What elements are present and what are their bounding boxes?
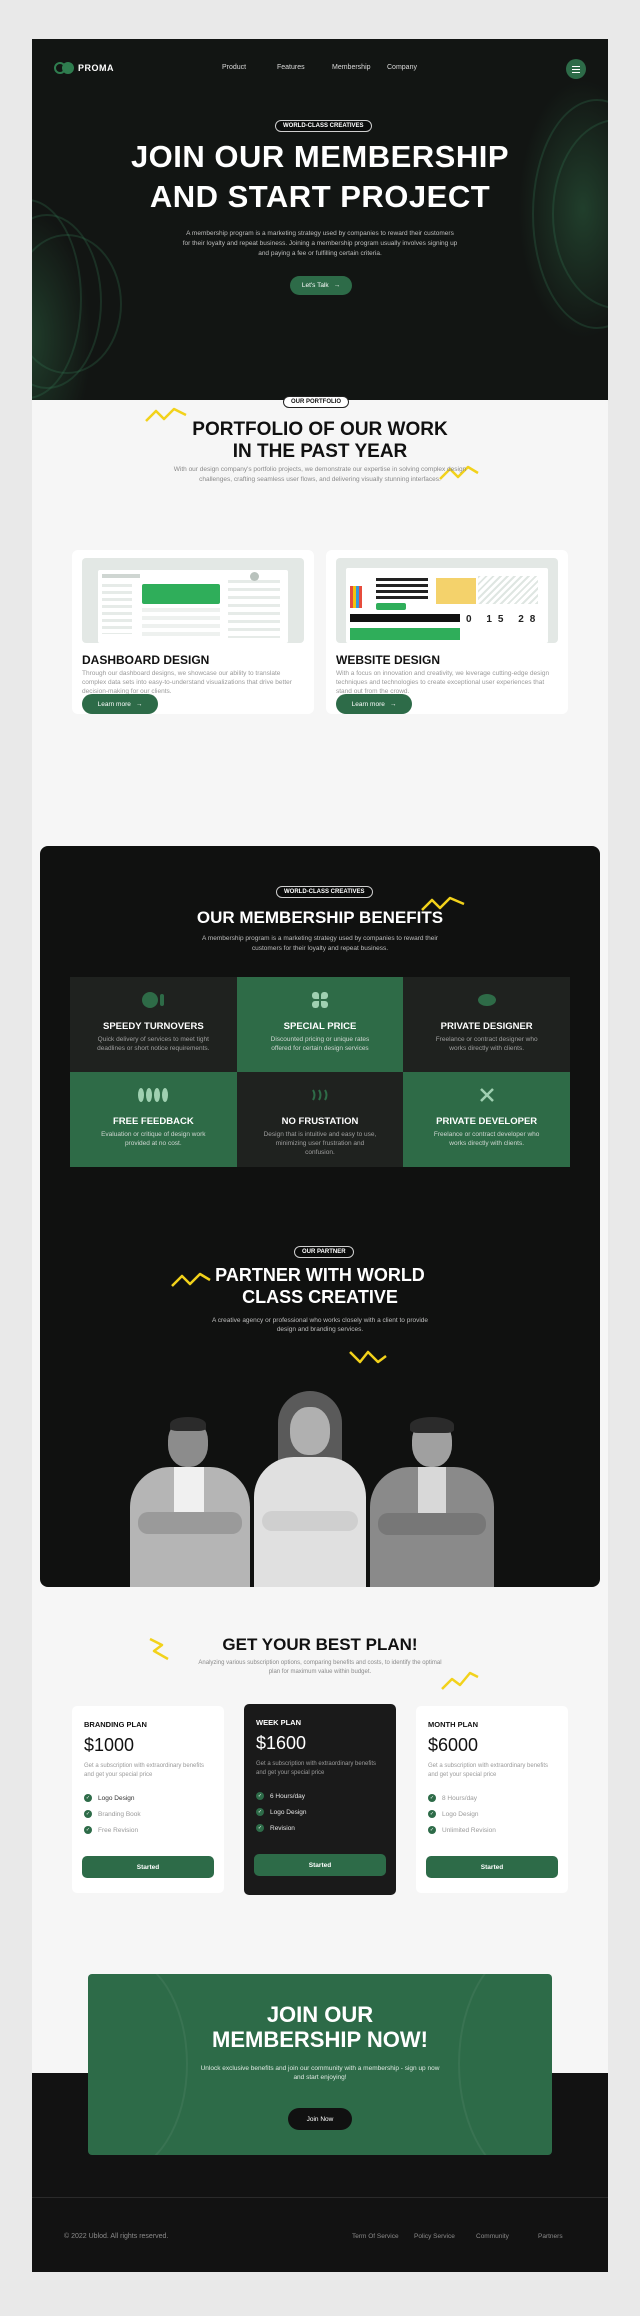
- partner-title: PARTNER WITH WORLD CLASS CREATIVE: [215, 1265, 425, 1307]
- plan-price: $1000: [84, 1735, 135, 1755]
- nav-link-product[interactable]: Product: [222, 64, 277, 71]
- plan-price: $1600: [256, 1733, 307, 1753]
- check-icon: ✓: [84, 1810, 92, 1818]
- plan-card-week: WEEK PLAN $1600 Get a subscription with …: [244, 1704, 396, 1895]
- plan-feature: ✓ 6 Hours/day: [256, 1792, 306, 1800]
- plan-feature: ✓ Revision: [256, 1824, 295, 1832]
- benefit-card: FREE FEEDBACK Evaluation or critique of …: [70, 1072, 237, 1167]
- cta-subtitle: Unlock exclusive benefits and join our c…: [200, 2065, 440, 2081]
- portfolio-subtitle: With our design company's portfolio proj…: [173, 466, 467, 483]
- logo-icon: [54, 62, 74, 74]
- started-button[interactable]: Started: [426, 1856, 558, 1878]
- benefit-card: SPEEDY TURNOVERS Quick delivery of servi…: [70, 977, 237, 1072]
- check-icon: ✓: [428, 1810, 436, 1818]
- footer-link-community[interactable]: Community: [476, 2233, 538, 2240]
- price-tag-icon: [311, 991, 328, 1009]
- feedback-icon: [138, 1086, 169, 1104]
- cta-banner: JOIN OUR MEMBERSHIP NOW! Unlock exclusive…: [88, 1974, 552, 2155]
- plan-feature: ✓ Logo Design: [256, 1808, 307, 1816]
- cta-title: JOIN OUR MEMBERSHIP NOW!: [212, 2002, 428, 2052]
- copyright-text: © 2022 Ublod. All rights reserved.: [64, 2233, 169, 2240]
- started-button[interactable]: Started: [254, 1854, 386, 1876]
- partner-person: [130, 1417, 250, 1587]
- benefit-card: NO FRUSTATION Design that is intuitive a…: [236, 1072, 404, 1167]
- check-icon: ✓: [84, 1794, 92, 1802]
- plan-feature: ✓ Logo Design: [84, 1794, 135, 1802]
- plans-subtitle: Analyzing various subscription options, …: [198, 1660, 442, 1675]
- partner-subtitle: A creative agency or professional who wo…: [211, 1317, 429, 1333]
- lets-talk-button[interactable]: Let's Talk →: [290, 276, 352, 295]
- portfolio-badge: OUR PORTFOLIO: [283, 396, 349, 408]
- started-button[interactable]: Started: [82, 1856, 214, 1878]
- footer-divider: [32, 2197, 608, 2198]
- dashboard-preview-image: [82, 558, 304, 643]
- nav-link-company[interactable]: Company: [387, 64, 442, 71]
- speed-icon: [142, 991, 165, 1009]
- partner-badge: OUR PARTNER: [294, 1246, 354, 1258]
- partner-person: [250, 1391, 370, 1587]
- hero-subtitle: A membership program is a marketing stra…: [182, 230, 458, 257]
- designer-icon: [477, 991, 496, 1009]
- plan-feature: ✓ Branding Book: [84, 1810, 141, 1818]
- check-icon: ✓: [428, 1826, 436, 1834]
- hamburger-icon: [572, 65, 580, 67]
- decorative-arc: [32, 234, 122, 374]
- nav-link-features[interactable]: Features: [277, 64, 332, 71]
- plan-feature: ✓ Free Revision: [84, 1826, 139, 1834]
- arrow-right-icon: →: [333, 282, 341, 289]
- brand-name: PROMA: [78, 63, 114, 73]
- card-title: WEBSITE DESIGN: [336, 653, 441, 667]
- page-frame: PROMA Product Features Membership Compan…: [32, 39, 608, 2272]
- portfolio-card-dashboard: DASHBOARD DESIGN Through our dashboard d…: [72, 550, 314, 714]
- waves-icon: [311, 1086, 329, 1104]
- brand-logo[interactable]: PROMA: [54, 62, 114, 74]
- hero-badge: WORLD-CLASS CREATIVES: [275, 120, 372, 132]
- benefit-card: PRIVATE DEVELOPER Freelance or contract …: [403, 1072, 570, 1167]
- plan-card-month: MONTH PLAN $6000 Get a subscription with…: [416, 1706, 568, 1893]
- benefits-badge: WORLD-CLASS CREATIVES: [276, 886, 373, 898]
- menu-button[interactable]: [566, 59, 586, 79]
- card-description: Through our dashboard designs, we showca…: [82, 670, 292, 695]
- check-icon: ✓: [256, 1824, 264, 1832]
- website-preview-image: 0 15 28: [336, 558, 558, 643]
- nav-link-membership[interactable]: Membership: [332, 64, 387, 71]
- footer-link-policy[interactable]: Policy Service: [414, 2233, 476, 2240]
- portfolio-card-website: 0 15 28 WEBSITE DESIGN With a focus on i…: [326, 550, 568, 714]
- plan-feature: ✓ Logo Design: [428, 1810, 479, 1818]
- join-now-button[interactable]: Join Now: [288, 2108, 352, 2130]
- card-title: DASHBOARD DESIGN: [82, 653, 210, 667]
- benefit-card: SPECIAL PRICE Discounted pricing or uniq…: [236, 977, 404, 1072]
- benefits-subtitle: A membership program is a marketing stra…: [202, 935, 438, 952]
- hero-title: JOIN OUR MEMBERSHIP AND START PROJECT: [130, 139, 510, 214]
- benefits-title: OUR MEMBERSHIP BENEFITS: [196, 908, 444, 927]
- benefits-section: WORLD-CLASS CREATIVES OUR MEMBERSHIP BEN…: [40, 846, 600, 1587]
- footer-links: Term Of Service Policy Service Community…: [352, 2233, 600, 2240]
- check-icon: ✓: [428, 1794, 436, 1802]
- arrow-right-icon: →: [135, 700, 143, 708]
- plan-price: $6000: [428, 1735, 479, 1755]
- benefit-card: PRIVATE DESIGNER Freelance or contract d…: [403, 977, 570, 1072]
- nav-links: Product Features Membership Company: [222, 64, 442, 71]
- check-icon: ✓: [256, 1808, 264, 1816]
- plans-title: GET YOUR BEST PLAN!: [222, 1635, 418, 1654]
- check-icon: ✓: [84, 1826, 92, 1834]
- portfolio-title: PORTFOLIO OF OUR WORK IN THE PAST YEAR: [192, 419, 448, 462]
- learn-more-button[interactable]: Learn more →: [336, 694, 412, 714]
- developer-icon: [479, 1086, 495, 1104]
- top-nav: PROMA Product Features Membership Compan…: [54, 57, 586, 83]
- plan-feature: ✓ 8 Hours/day: [428, 1794, 478, 1802]
- benefits-grid: SPEEDY TURNOVERS Quick delivery of servi…: [70, 977, 570, 1167]
- partner-person: [370, 1417, 494, 1587]
- partner-photo: [100, 1391, 540, 1587]
- footer-link-terms[interactable]: Term Of Service: [352, 2233, 414, 2240]
- plan-feature: ✓ Unlimited Revision: [428, 1826, 496, 1834]
- learn-more-button[interactable]: Learn more →: [82, 694, 158, 714]
- plan-card-branding: BRANDING PLAN $1000 Get a subscription w…: [72, 1706, 224, 1893]
- arrow-right-icon: →: [389, 700, 397, 708]
- zigzag-decoration: [349, 1350, 387, 1364]
- card-description: With a focus on innovation and creativit…: [336, 670, 550, 695]
- hero-section: PROMA Product Features Membership Compan…: [32, 39, 608, 400]
- check-icon: ✓: [256, 1792, 264, 1800]
- footer-link-partners[interactable]: Partners: [538, 2233, 600, 2240]
